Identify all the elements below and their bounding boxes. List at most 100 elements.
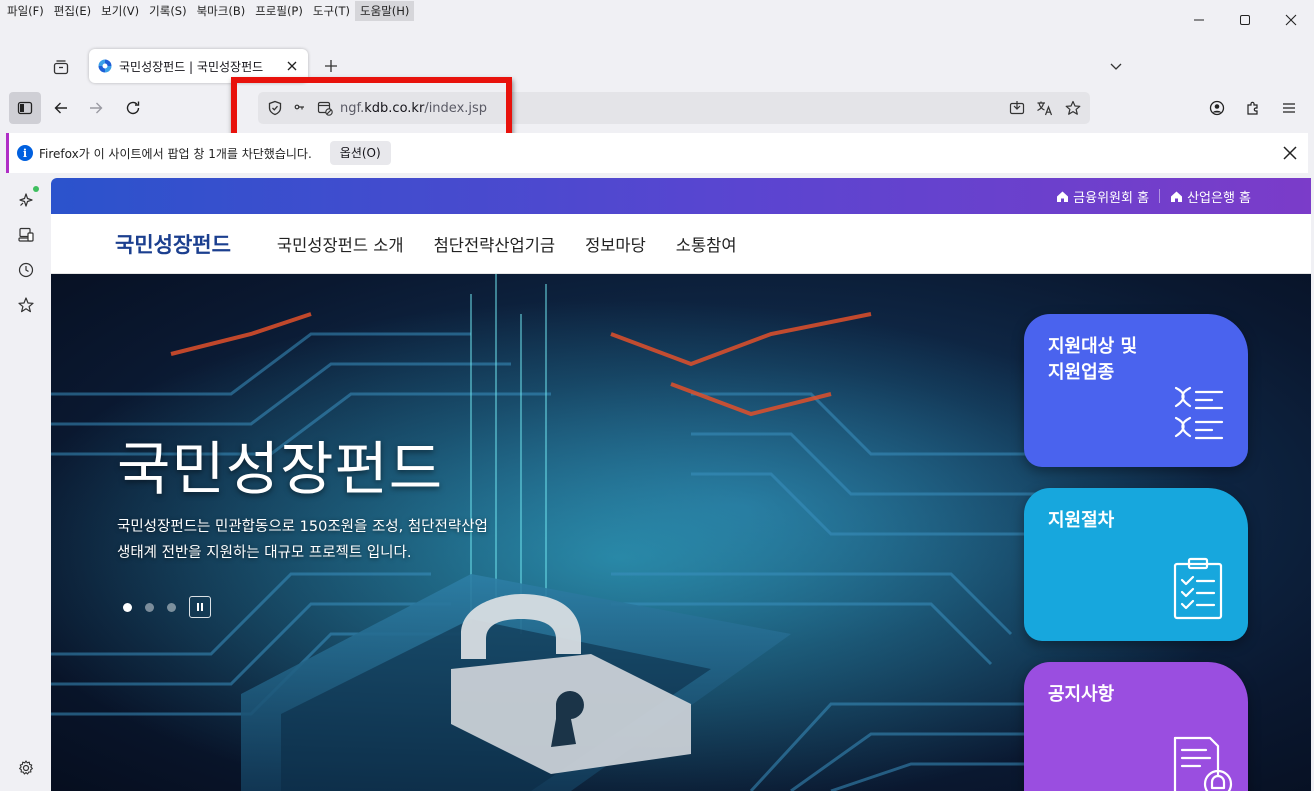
notification-close-button[interactable] (1280, 143, 1300, 163)
gear-icon (19, 760, 33, 775)
quick-card-support-target[interactable]: 지원대상 및 지원업종 (1024, 314, 1248, 467)
popup-blocked-notification: i Firefox가 이 사이트에서 팝업 창 1개를 차단했습니다. 옵션(O… (6, 133, 1308, 173)
hero-banner: 국민성장펀드 국민성장펀드는 민관합동으로 150조원을 조성, 첨단전략산업 … (51, 274, 1311, 791)
main-nav: 국민성장펀드 소개 첨단전략산업기금 정보마당 소통참여 (277, 232, 767, 256)
browser-sidebar (0, 178, 50, 791)
kdb-favicon-icon (98, 59, 112, 73)
arrow-right-icon (90, 102, 103, 114)
clipboard-check-icon (1173, 557, 1223, 620)
forward-button[interactable] (80, 92, 112, 124)
slider-pause-button[interactable] (189, 596, 211, 618)
star-icon (18, 297, 34, 313)
tab-strip: 국민성장펀드 | 국민성장펀드 (0, 44, 1314, 86)
bookmarks-button[interactable] (14, 293, 38, 317)
menu-history[interactable]: 기록(S) (144, 1, 191, 21)
menu-edit[interactable]: 편집(E) (49, 1, 96, 21)
hero-desc-line2: 생태계 전반을 지원하는 대규모 프로젝트 입니다. (117, 545, 412, 561)
utility-links: 금융위원회 홈 산업은행 홈 (1056, 178, 1251, 214)
slide-dot[interactable] (123, 602, 132, 612)
close-window-button[interactable] (1268, 4, 1314, 36)
slide-dot[interactable] (145, 602, 154, 612)
url-text[interactable]: ngf.kdb.co.kr/index.jsp (340, 101, 1006, 116)
app-menu-button[interactable] (1273, 92, 1305, 124)
quick-card-title: 지원절차 (1048, 510, 1115, 531)
menu-file[interactable]: 파일(F) (2, 1, 49, 21)
nav-item-communication[interactable]: 소통참여 (676, 232, 737, 256)
hero-desc-line1: 국민성장펀드는 민관합동으로 150조원을 조성, 첨단전략산업 (117, 519, 488, 535)
quick-card-procedure[interactable]: 지원절차 (1024, 488, 1248, 641)
fsc-home-label: 금융위원회 홈 (1073, 190, 1150, 206)
nav-item-info[interactable]: 정보마당 (585, 232, 646, 256)
reload-button[interactable] (117, 92, 149, 124)
home-icon (1057, 191, 1069, 202)
fsc-home-link[interactable]: 금융위원회 홈 (1056, 187, 1149, 206)
pause-icon (197, 603, 203, 611)
back-button[interactable] (45, 92, 77, 124)
notification-dot (33, 186, 39, 192)
kdb-home-link[interactable]: 산업은행 홈 (1170, 187, 1251, 206)
menu-bar: 파일(F) 편집(E) 보기(V) 기록(S) 북마크(B) 프로필(P) 도구… (0, 0, 1314, 22)
menu-tools[interactable]: 도구(T) (308, 1, 355, 21)
chevron-down-icon (1110, 63, 1122, 70)
sidebar-icon (17, 101, 33, 115)
permissions-icon[interactable] (292, 97, 314, 119)
maximize-button[interactable] (1222, 4, 1268, 36)
options-button[interactable]: 옵션(O) (329, 141, 391, 165)
minimize-icon (1194, 19, 1204, 21)
translate-icon[interactable] (1034, 97, 1056, 119)
tab-active[interactable]: 국민성장펀드 | 국민성장펀드 (89, 49, 308, 83)
puzzle-icon (1247, 101, 1258, 115)
minimize-button[interactable] (1176, 4, 1222, 36)
account-icon (1209, 100, 1225, 116)
kdb-home-label: 산업은행 홈 (1187, 190, 1251, 206)
url-path: /index.jsp (424, 100, 488, 116)
site-logo[interactable]: 국민성장펀드 (115, 229, 231, 259)
list-all-tabs-button[interactable] (1104, 54, 1128, 78)
menu-profiles[interactable]: 프로필(P) (250, 1, 308, 21)
divider (1159, 189, 1161, 203)
reload-icon (126, 101, 140, 115)
hero-title: 국민성장펀드 (117, 435, 444, 503)
page-blocked-icon[interactable] (314, 97, 336, 119)
shield-icon[interactable] (264, 97, 286, 119)
plus-icon (325, 60, 337, 72)
tab-groups-button[interactable] (48, 54, 74, 80)
utility-bar: 금융위원회 홈 산업은행 홈 (51, 178, 1311, 214)
url-bar[interactable]: ngf.kdb.co.kr/index.jsp (258, 92, 1090, 124)
dna-list-icon (1174, 386, 1224, 440)
sidebar-toggle-button[interactable] (9, 92, 41, 124)
close-icon (1285, 14, 1297, 26)
account-button[interactable] (1201, 92, 1233, 124)
tab-close-button[interactable] (284, 58, 300, 74)
history-button[interactable] (14, 258, 38, 282)
slide-dot[interactable] (167, 602, 176, 612)
nav-item-about[interactable]: 국민성장펀드 소개 (277, 232, 404, 256)
window-controls (1176, 4, 1314, 36)
site-header: 국민성장펀드 국민성장펀드 소개 첨단전략산업기금 정보마당 소통참여 (51, 214, 1311, 274)
menu-view[interactable]: 보기(V) (96, 1, 144, 21)
save-page-icon[interactable] (1006, 97, 1028, 119)
nav-item-strategic-fund[interactable]: 첨단전략산업기금 (434, 232, 555, 256)
menu-bookmarks[interactable]: 북마크(B) (192, 1, 251, 21)
new-tab-button[interactable] (319, 54, 343, 78)
quick-card-title: 지원대상 및 지원업종 (1048, 336, 1138, 383)
menu-help[interactable]: 도움말(H) (355, 1, 415, 21)
hero-description: 국민성장펀드는 민관합동으로 150조원을 조성, 첨단전략산업 생태계 전반을… (117, 514, 488, 566)
close-icon (1283, 146, 1297, 160)
info-icon: i (17, 145, 33, 161)
navigation-toolbar: ngf.kdb.co.kr/index.jsp (0, 88, 1314, 128)
extensions-button[interactable] (1237, 92, 1269, 124)
notice-document-icon (1173, 736, 1233, 791)
clock-icon (18, 262, 34, 278)
tab-title: 국민성장펀드 | 국민성장펀드 (119, 59, 264, 74)
customize-sidebar-button[interactable] (14, 756, 38, 780)
devices-icon (18, 227, 34, 242)
hamburger-icon (1283, 103, 1295, 113)
bookmark-star-icon[interactable] (1062, 97, 1084, 119)
web-content: 금융위원회 홈 산업은행 홈 국민성장펀드 국민성장펀드 소개 첨단전략산업기금… (51, 178, 1311, 791)
arrow-left-icon (54, 102, 67, 114)
quick-card-notice[interactable]: 공지사항 (1024, 662, 1248, 791)
home-icon (1171, 191, 1183, 202)
synced-tabs-button[interactable] (14, 223, 38, 247)
url-prefix: ngf. (340, 100, 365, 116)
